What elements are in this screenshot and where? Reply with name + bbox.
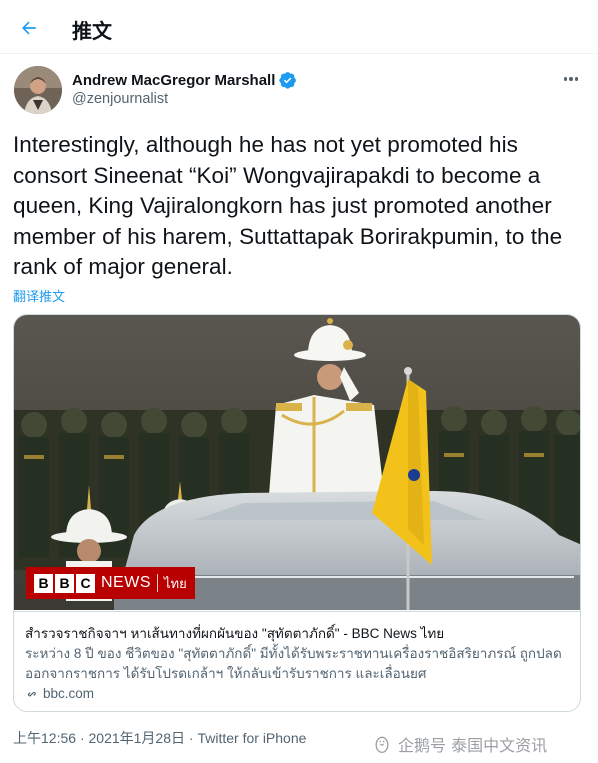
card-domain: bbc.com bbox=[43, 686, 95, 701]
card-image: B B C NEWS ไทย bbox=[14, 315, 580, 610]
penguin-logo-icon bbox=[375, 736, 389, 753]
bbc-logo: B B C bbox=[34, 573, 95, 593]
dot bbox=[574, 77, 579, 81]
bbc-logo-letter: B bbox=[55, 573, 74, 593]
arrow-left-icon bbox=[22, 21, 36, 35]
card-info[interactable]: สำรวจราชกิจจาฯ หาเส้นทางที่ผกผันของ "สุท… bbox=[14, 611, 580, 711]
author-name-row[interactable]: Andrew MacGregor Marshall bbox=[72, 71, 297, 89]
translate-tweet-link[interactable]: 翻译推文 bbox=[13, 286, 65, 305]
tweet-text: Interestingly, although he has not yet p… bbox=[13, 132, 563, 279]
bbc-logo-letter: C bbox=[76, 573, 95, 593]
bbc-news-badge: B B C NEWS ไทย bbox=[26, 567, 195, 599]
bbc-language-label: ไทย bbox=[164, 575, 187, 591]
author-name[interactable]: Andrew MacGregor Marshall bbox=[72, 72, 275, 89]
meta-separator: · bbox=[188, 730, 194, 746]
card-title[interactable]: สำรวจราชกิจจาฯ หาเส้นทางที่ผกผันของ "สุท… bbox=[25, 622, 573, 644]
tweet-meta: 上午12:56 · 2021年1月28日 · Twitter for iPhon… bbox=[13, 728, 306, 748]
more-options-button[interactable] bbox=[560, 68, 582, 90]
link-icon bbox=[27, 691, 36, 696]
tweet-source-app[interactable]: Twitter for iPhone bbox=[197, 730, 306, 746]
card-description: ระหว่าง 8 ปี ของ ชีวิตของ "สุทัตตาภักดิ์… bbox=[25, 646, 562, 681]
avatar[interactable] bbox=[14, 66, 62, 114]
watermark: 企鹅号 泰国中文资讯 bbox=[372, 732, 547, 756]
link-preview-card[interactable]: B B C NEWS ไทย สำรวจราชกิจจาฯ หาเส้นทางท… bbox=[13, 314, 581, 712]
tweet-date[interactable]: 2021年1月28日 bbox=[89, 730, 186, 746]
page-title: 推文 bbox=[72, 19, 112, 43]
watermark-text: 企鹅号 泰国中文资讯 bbox=[398, 736, 548, 755]
badge-divider bbox=[157, 574, 158, 592]
verified-badge-icon bbox=[279, 71, 297, 89]
top-bar: 推文 bbox=[0, 0, 598, 54]
back-button[interactable] bbox=[14, 13, 44, 43]
dot bbox=[569, 77, 573, 81]
bbc-logo-letter: B bbox=[34, 573, 53, 593]
card-domain-row: bbc.com bbox=[25, 686, 94, 701]
dot bbox=[563, 77, 568, 81]
bbc-news-label: NEWS bbox=[101, 574, 151, 591]
author-handle[interactable]: @zenjournalist bbox=[72, 91, 168, 107]
tweet-time[interactable]: 上午12:56 bbox=[13, 730, 76, 746]
meta-separator: · bbox=[79, 730, 85, 746]
